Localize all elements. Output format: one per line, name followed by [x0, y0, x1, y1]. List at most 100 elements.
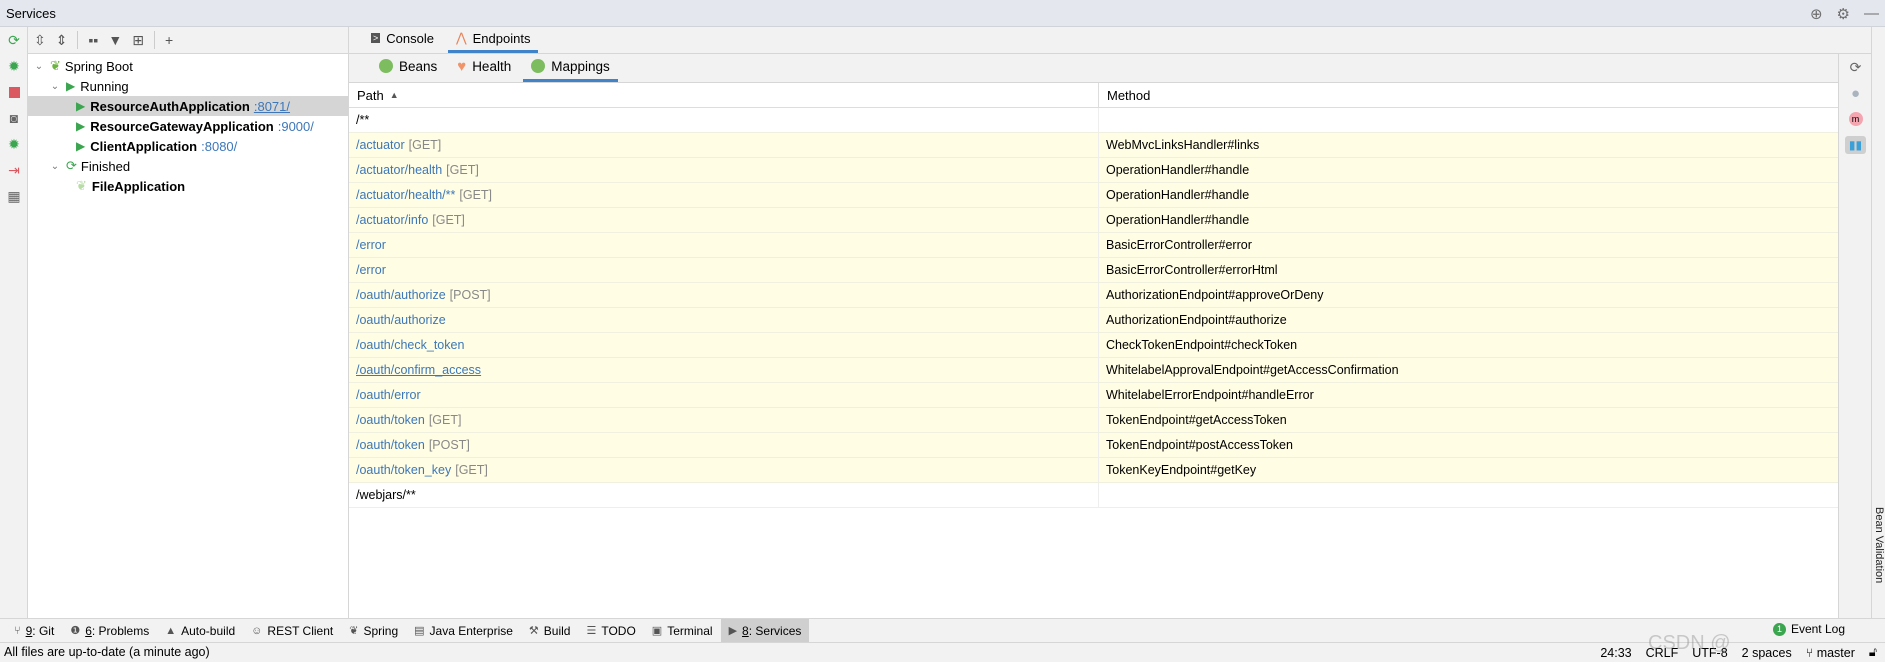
- app-port-link[interactable]: :9000/: [278, 119, 314, 134]
- app-port-link[interactable]: :8080/: [201, 139, 237, 154]
- table-row[interactable]: /webjars/**: [349, 483, 1838, 508]
- maven-icon[interactable]: m: [1839, 106, 1872, 132]
- tool-window-button[interactable]: ❦ Spring: [341, 619, 406, 643]
- indent-setting[interactable]: 2 spaces: [1742, 646, 1792, 660]
- path-link[interactable]: /error: [356, 238, 386, 252]
- lock-icon[interactable]: 🔓︎: [1869, 645, 1877, 660]
- camera-icon[interactable]: ◙: [0, 105, 28, 131]
- path-link[interactable]: /oauth/token: [356, 438, 425, 452]
- path-link[interactable]: /webjars/**: [356, 488, 416, 502]
- collapse-all-icon[interactable]: ⇕: [56, 32, 68, 49]
- path-link[interactable]: /oauth/token: [356, 413, 425, 427]
- chevron-down-icon[interactable]: ⌄: [48, 161, 62, 172]
- gear-icon[interactable]: ⚙: [1837, 5, 1850, 23]
- path-link[interactable]: /oauth/authorize: [356, 288, 446, 302]
- minimize-icon[interactable]: —: [1864, 5, 1879, 22]
- file-encoding[interactable]: UTF-8: [1692, 646, 1727, 660]
- refresh-icon[interactable]: ⟳: [0, 27, 28, 53]
- path-link[interactable]: /oauth/confirm_access: [356, 363, 481, 377]
- refresh-icon[interactable]: ⟳: [1839, 54, 1872, 80]
- event-log-button[interactable]: 1 Event Log: [1772, 622, 1845, 636]
- table-row[interactable]: /oauth/check_token CheckTokenEndpoint#che…: [349, 333, 1838, 358]
- table-row[interactable]: /error BasicErrorController#errorHtml: [349, 258, 1838, 283]
- chevron-down-icon[interactable]: ⌄: [32, 61, 46, 72]
- line-separator[interactable]: CRLF: [1646, 646, 1679, 660]
- debug-icon[interactable]: ✹: [0, 53, 28, 79]
- table-row[interactable]: /oauth/confirm_access WhitelabelApprovalE…: [349, 358, 1838, 383]
- tool-label: Java Enterprise: [429, 623, 513, 638]
- table-row[interactable]: /oauth/authorize [POST] AuthorizationEndpo…: [349, 283, 1838, 308]
- path-cell: /actuator/health [GET]: [349, 158, 1098, 182]
- chevron-down-icon[interactable]: ⌄: [48, 81, 62, 92]
- tree-node-app[interactable]: ▶ ResourceGatewayApplication :9000/: [28, 116, 348, 136]
- column-header-method[interactable]: Method: [1098, 83, 1838, 107]
- path-link[interactable]: /actuator/health/**: [356, 188, 455, 202]
- table-row[interactable]: /oauth/token [POST] TokenEndpoint#postAcce…: [349, 433, 1838, 458]
- tool-window-button[interactable]: ☰ TODO: [578, 619, 643, 643]
- tool-window-button[interactable]: ▶ 8: Services: [720, 618, 810, 643]
- path-link[interactable]: /**: [356, 113, 369, 127]
- column-header-path[interactable]: Path ▲: [349, 83, 1098, 107]
- tab-console[interactable]: > Console: [363, 26, 442, 53]
- tool-window-button[interactable]: ☺ REST Client: [243, 619, 341, 643]
- layout-icon[interactable]: ▦: [0, 183, 28, 209]
- caret-position[interactable]: 24:33: [1600, 646, 1631, 660]
- path-link[interactable]: /oauth/check_token: [356, 338, 464, 352]
- path-cell: /oauth/token [POST]: [349, 433, 1098, 457]
- git-branch-widget[interactable]: ⑂ master: [1806, 646, 1855, 660]
- tree-node-spring-boot[interactable]: ⌄ ❦ Spring Boot: [28, 56, 348, 76]
- tool-label: Build: [543, 623, 571, 638]
- tree-node-running[interactable]: ⌄ ▶ Running: [28, 76, 348, 96]
- table-row[interactable]: /actuator/info [GET] OperationHandler#hand…: [349, 208, 1838, 233]
- path-cell: /actuator/info [GET]: [349, 208, 1098, 232]
- crosshair-icon[interactable]: ⊕: [1810, 5, 1823, 23]
- expand-all-icon[interactable]: ⇳: [34, 32, 46, 49]
- tool-window-button[interactable]: ▣ Terminal: [644, 619, 721, 643]
- tree-node-finished[interactable]: ⌄ ⟳ Finished: [28, 156, 348, 176]
- tool-window-button[interactable]: ▤ Java Enterprise: [406, 619, 521, 643]
- path-link[interactable]: /actuator/info: [356, 213, 428, 227]
- tool-label: REST Client: [267, 623, 334, 638]
- app-port-link[interactable]: :8071/: [254, 99, 290, 114]
- table-row[interactable]: /oauth/error WhitelabelErrorEndpoint#hand…: [349, 383, 1838, 408]
- http-verb: [GET]: [432, 213, 465, 227]
- tool-window-button[interactable]: ▲ Auto-build: [157, 619, 243, 643]
- table-row[interactable]: /actuator [GET] WebMvcLinksHandler#links: [349, 133, 1838, 158]
- add-icon[interactable]: +: [165, 32, 173, 48]
- tree-node-app[interactable]: ▶ ClientApplication :8080/: [28, 136, 348, 156]
- app-name: ResourceAuthApplication: [90, 98, 250, 114]
- tab-mappings[interactable]: Mappings: [523, 53, 618, 82]
- table-row[interactable]: /actuator/health [GET] OperationHandler#ha…: [349, 158, 1838, 183]
- handler-method: BasicErrorController#errorHtml: [1106, 263, 1278, 277]
- table-row[interactable]: /**: [349, 108, 1838, 133]
- table-row[interactable]: /oauth/authorize AuthorizationEndpoint#au…: [349, 308, 1838, 333]
- table-row[interactable]: /oauth/token_key [GET] TokenKeyEndpoint#ge…: [349, 458, 1838, 483]
- table-row[interactable]: /oauth/token [GET] TokenEndpoint#getAccess…: [349, 408, 1838, 433]
- path-link[interactable]: /oauth/token_key: [356, 463, 451, 477]
- new-tab-icon[interactable]: ⊞: [132, 32, 144, 49]
- stop-icon[interactable]: [0, 79, 28, 105]
- table-row[interactable]: /error BasicErrorController#error: [349, 233, 1838, 258]
- filter-icon[interactable]: ▼: [108, 32, 122, 48]
- debug-attach-icon[interactable]: ✹: [0, 131, 28, 157]
- tree-node-app[interactable]: ❦ FileApplication: [28, 176, 348, 196]
- exit-icon[interactable]: ⇥: [0, 157, 28, 183]
- path-link[interactable]: /oauth/authorize: [356, 313, 446, 327]
- tree-node-app[interactable]: ▶ ResourceAuthApplication :8071/: [28, 96, 348, 116]
- tab-health[interactable]: ♥ Health: [449, 53, 519, 82]
- tool-window-button[interactable]: ❶ 6: Problems: [62, 619, 157, 643]
- tool-window-button[interactable]: ⑂ 9: Git: [6, 619, 62, 643]
- tool-window-button[interactable]: ⚒ Build: [521, 619, 579, 643]
- group-icon[interactable]: ▪▪: [88, 32, 98, 48]
- path-link[interactable]: /actuator: [356, 138, 405, 152]
- globe-icon[interactable]: ●: [1839, 80, 1872, 106]
- tab-endpoints[interactable]: ⋀ Endpoints: [447, 26, 539, 53]
- path-link[interactable]: /actuator/health: [356, 163, 442, 177]
- chart-icon[interactable]: ▮▮: [1839, 132, 1872, 158]
- path-link[interactable]: /oauth/error: [356, 388, 421, 402]
- path-link[interactable]: /error: [356, 263, 386, 277]
- bean-validation-panel[interactable]: Bean Validation: [1871, 27, 1885, 618]
- tab-beans[interactable]: Beans: [371, 53, 445, 82]
- method-cell: AuthorizationEndpoint#approveOrDeny: [1098, 283, 1838, 307]
- table-row[interactable]: /actuator/health/** [GET] OperationHandler…: [349, 183, 1838, 208]
